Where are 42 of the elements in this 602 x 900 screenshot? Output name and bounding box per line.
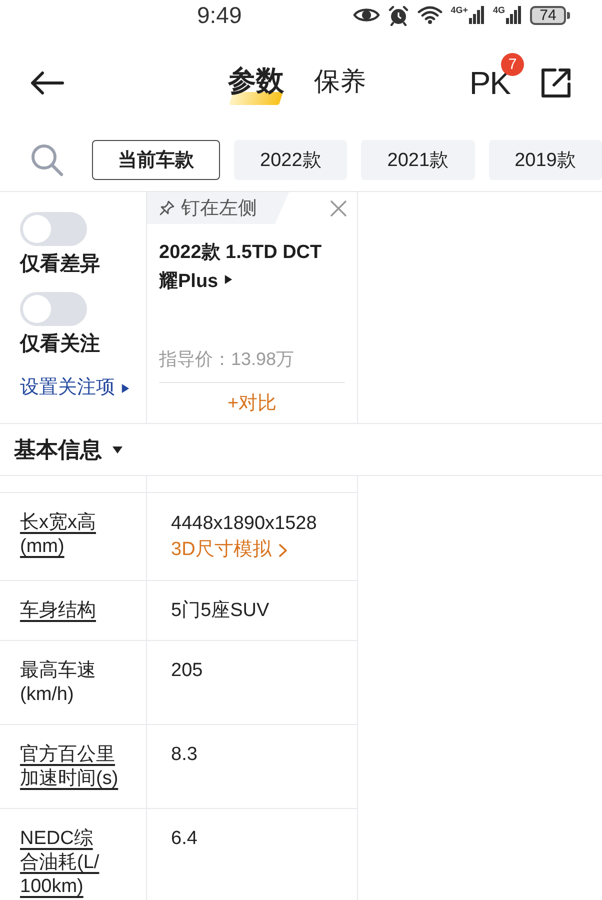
toggle-label: 仅看差异 <box>20 252 100 277</box>
toggle-switch[interactable] <box>20 212 87 246</box>
battery-percent: 74 <box>540 8 556 22</box>
car-model-link[interactable]: 2022款 1.5TD DCT 耀Plus <box>159 238 345 296</box>
status-time: 9:49 <box>197 1 242 30</box>
eye-icon <box>352 6 380 24</box>
alarm-clock-icon <box>388 4 409 26</box>
model-year-chip[interactable]: 2022款 <box>234 140 348 180</box>
wifi-icon <box>416 5 443 25</box>
signal-icon <box>468 5 485 24</box>
search-icon[interactable] <box>30 142 64 176</box>
signal-icon <box>506 5 522 24</box>
pin-icon <box>159 200 175 216</box>
tab[interactable]: 参数 <box>228 61 284 105</box>
network-type-label: 4G <box>492 5 505 15</box>
back-arrow-icon[interactable] <box>30 71 64 95</box>
network-type-label: 4G+ <box>450 5 468 15</box>
spec-name[interactable]: 车身结构 <box>20 599 96 623</box>
close-icon[interactable] <box>330 200 347 217</box>
share-icon[interactable] <box>540 67 572 99</box>
spec-name[interactable]: 官方百公里 加速时间(s) <box>20 743 118 791</box>
chevron-right-icon <box>279 544 288 556</box>
spec-value: 4448x1890x1528 <box>171 512 318 536</box>
spec-name: 最高车速 (km/h) <box>20 659 96 707</box>
model-year-chip[interactable]: 2019款 <box>488 140 602 180</box>
section-header[interactable]: 基本信息 <box>14 434 123 464</box>
spec-name[interactable]: NEDC综 合油耗(L/ 100km) <box>20 827 100 899</box>
spec-value: 6.4 <box>171 827 198 851</box>
spec-value: 205 <box>171 659 204 683</box>
tab[interactable]: 保养 <box>314 61 366 105</box>
spec-value: 5门5座SUV <box>171 599 270 623</box>
toggle-label: 仅看关注 <box>20 332 100 357</box>
model-year-chip[interactable]: 当前车款 <box>92 140 220 180</box>
settings-link[interactable]: 设置关注项 <box>20 374 130 402</box>
triangle-icon <box>224 274 234 286</box>
pin-left-button[interactable]: 钉在左侧 <box>147 192 289 224</box>
triangle-icon <box>121 382 130 394</box>
spec-name[interactable]: 长x宽x高 (mm) <box>20 511 96 559</box>
spec-value: 8.3 <box>171 743 198 767</box>
toggle-switch[interactable] <box>20 292 87 326</box>
model-year-chip[interactable]: 2021款 <box>361 140 475 180</box>
guide-price: 指导价：13.98万 <box>159 348 296 371</box>
